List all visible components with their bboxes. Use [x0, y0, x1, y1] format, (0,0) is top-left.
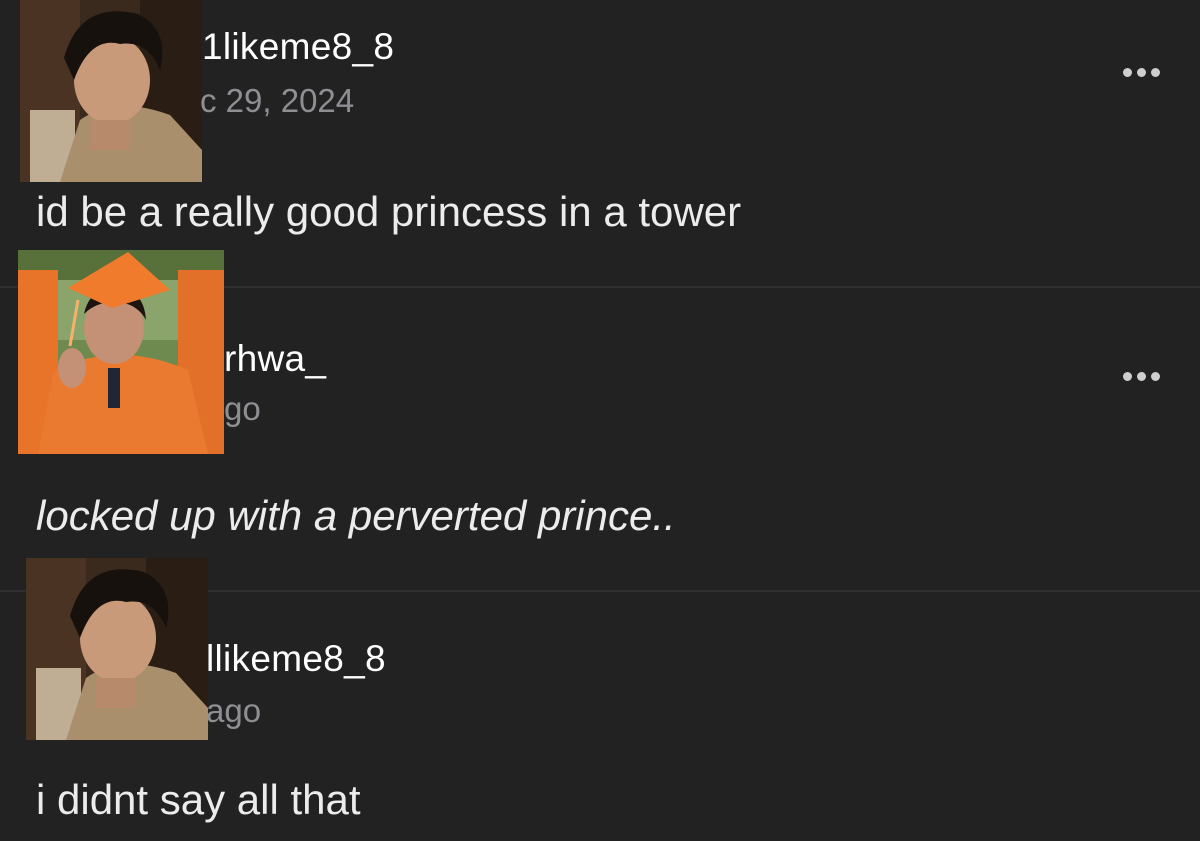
comment-timestamp: ago [206, 692, 262, 729]
avatar-photo-icon [20, 0, 202, 182]
user-avatar[interactable] [26, 558, 208, 740]
more-horizontal-icon [1122, 371, 1132, 381]
comment-timestamp: go [224, 390, 261, 427]
more-options-button[interactable] [1116, 62, 1166, 82]
comment-item: rhwa_ go locked up with a perverted prin… [0, 250, 1200, 560]
comment-username[interactable]: llikeme8_8 [206, 638, 386, 680]
comment-username[interactable]: 1likeme8_8 [202, 26, 394, 68]
more-horizontal-icon [1122, 67, 1132, 77]
more-options-button[interactable] [1116, 366, 1166, 386]
avatar-photo-icon [26, 558, 208, 740]
comment-item: llikeme8_8 ago i didnt say all that [0, 558, 1200, 841]
more-horizontal-icon [1136, 371, 1146, 381]
comment-username[interactable]: rhwa_ [224, 338, 326, 380]
more-horizontal-icon [1150, 67, 1160, 77]
comment-timestamp: c 29, 2024 [200, 82, 355, 119]
user-avatar[interactable] [20, 0, 202, 182]
comment-text: locked up with a perverted prince.. [36, 492, 676, 539]
comment-text: id be a really good princess in a tower [36, 188, 742, 235]
user-avatar[interactable] [18, 250, 224, 454]
avatar-photo-icon [18, 250, 224, 454]
comment-item: 1likeme8_8 c 29, 2024 id be a really goo… [0, 0, 1200, 250]
comment-text: i didnt say all that [36, 776, 361, 823]
more-horizontal-icon [1150, 371, 1160, 381]
more-horizontal-icon [1136, 67, 1146, 77]
